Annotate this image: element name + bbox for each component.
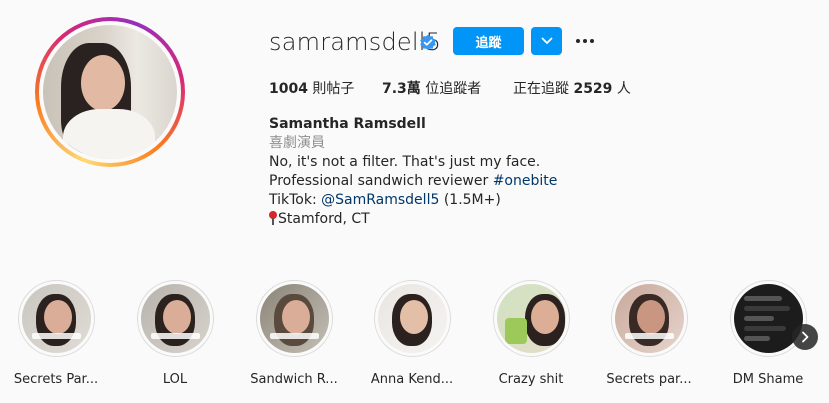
- highlight-label: DM Shame: [732, 372, 804, 387]
- location-pin-icon: [269, 211, 277, 225]
- highlight-cover: [496, 284, 566, 353]
- more-options-button[interactable]: [572, 31, 598, 51]
- highlight-item[interactable]: Crazy shit: [472, 280, 590, 387]
- highlight-label: Secrets Par...: [13, 372, 99, 387]
- chevron-right-icon: [802, 331, 809, 343]
- avatar-image: [43, 25, 177, 159]
- hashtag-link[interactable]: #onebite: [493, 173, 558, 189]
- following-link[interactable]: 正在追蹤 2529 人: [513, 78, 633, 98]
- highlight-cover: [733, 284, 803, 353]
- profile-username: samramsdell5: [269, 28, 442, 56]
- followers-link[interactable]: 7.3萬 位追蹤者: [382, 78, 492, 98]
- follow-button[interactable]: 追蹤: [453, 27, 524, 55]
- highlight-item[interactable]: Secrets Par...: [0, 280, 115, 387]
- highlight-item[interactable]: Anna Kend...: [353, 280, 471, 387]
- highlight-cover: [377, 284, 447, 353]
- bio-category: 喜劇演員: [269, 135, 325, 151]
- bio-line: No, it's not a filter. That's just my fa…: [269, 154, 541, 170]
- verified-badge-icon: [420, 34, 436, 51]
- highlight-label: Crazy shit: [498, 372, 564, 387]
- highlight-cover: [140, 284, 210, 353]
- highlight-item[interactable]: Sandwich R...: [235, 280, 353, 387]
- highlight-label: Secrets par...: [606, 372, 692, 387]
- chevron-down-icon: [541, 37, 552, 44]
- bio-location: Stamford, CT: [269, 210, 557, 229]
- story-highlights: Secrets Par... LOL Sandwich R... Anna Ke…: [0, 280, 829, 390]
- profile-avatar[interactable]: [35, 17, 185, 167]
- highlights-next-button[interactable]: [792, 324, 818, 350]
- profile-bio: Samantha Ramsdell 喜劇演員 No, it's not a fi…: [269, 115, 557, 229]
- highlight-label: Anna Kend...: [370, 372, 454, 387]
- highlight-item[interactable]: Secrets par...: [590, 280, 708, 387]
- highlight-label: LOL: [162, 372, 188, 387]
- bio-line: TikTok: @SamRamsdell5 (1.5M+): [269, 192, 501, 208]
- posts-count: 1004 則帖子: [269, 81, 355, 97]
- highlight-cover: [21, 284, 91, 353]
- highlight-label: Sandwich R...: [250, 372, 338, 387]
- bio-line: Professional sandwich reviewer #onebite: [269, 173, 558, 189]
- highlight-item[interactable]: LOL: [116, 280, 234, 387]
- highlight-cover: [614, 284, 684, 353]
- mention-link[interactable]: @SamRamsdell5: [321, 192, 439, 208]
- more-options-icon: [576, 39, 580, 43]
- bio-full-name: Samantha Ramsdell: [269, 116, 426, 132]
- highlight-cover: [259, 284, 329, 353]
- profile-page: samramsdell5 追蹤 1004 則帖子 7.3萬 位追蹤者 正在追蹤 …: [0, 0, 829, 403]
- suggested-dropdown-button[interactable]: [531, 27, 562, 55]
